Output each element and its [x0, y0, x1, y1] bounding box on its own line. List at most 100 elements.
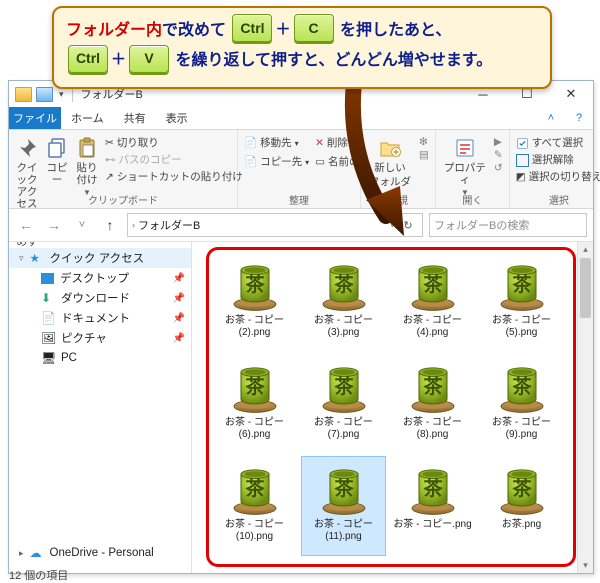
file-item[interactable]: お茶 - コピー (11).png — [301, 456, 386, 556]
tea-cup-icon — [405, 461, 461, 517]
paste-shortcut-button[interactable]: ↗ショートカットの貼り付け — [105, 170, 243, 186]
nav-forward-button[interactable]: → — [43, 214, 65, 236]
file-item[interactable]: お茶 - コピー (8).png — [390, 354, 475, 454]
file-name-label: お茶 - コピー (10).png — [225, 519, 284, 542]
select-none-button[interactable]: 選択解除 — [516, 153, 600, 169]
copy-icon — [45, 136, 69, 160]
group-label-new: 新規 — [367, 190, 429, 207]
tab-home[interactable]: ホーム — [61, 107, 114, 129]
refresh-button[interactable]: ↻ — [398, 219, 418, 232]
scroll-thumb[interactable] — [580, 258, 591, 318]
qat-chevron-icon[interactable]: ▾ — [59, 89, 64, 100]
callout-red: フォルダー内 — [66, 22, 162, 39]
easy-access-icon[interactable]: ▤ — [419, 149, 429, 161]
sidebar-item-quick-access[interactable]: ▿ ★ クイック アクセス — [9, 248, 191, 268]
edit-icon[interactable]: ✎ — [494, 149, 503, 161]
onedrive-icon — [30, 546, 44, 560]
key-ctrl: Ctrl — [232, 14, 272, 42]
search-input[interactable]: フォルダーBの検索 — [429, 213, 587, 237]
cut-button[interactable]: ✂切り取り — [105, 136, 243, 152]
explorer-body: ▿ ★ クイック アクセス デスクトップ📌 ダウンロード📌 ドキュメント📌 ピク… — [9, 242, 593, 573]
file-item[interactable]: お茶.png — [479, 456, 564, 556]
history-icon[interactable]: ↺ — [494, 162, 503, 174]
group-label-open: 開く — [442, 190, 503, 207]
open-icon[interactable]: ▶ — [494, 136, 503, 148]
tea-cup-icon — [494, 257, 550, 313]
file-name-label: お茶 - コピー (9).png — [492, 417, 551, 440]
copy-path-button[interactable]: ⊷パスのコピー — [105, 153, 243, 169]
plus-icon: ＋ — [111, 51, 126, 68]
file-name-label: お茶 - コピー.png — [393, 519, 471, 531]
new-folder-icon — [377, 136, 403, 160]
ribbon: クイック アクセス にピン留めする コピー 貼り付け ▼ ✂切り取り ⊷パスのコ… — [9, 130, 593, 209]
breadcrumb[interactable]: › フォルダーB ˅ ↻ — [127, 213, 423, 237]
folder-icon — [15, 87, 32, 102]
navigation-pane[interactable]: ▿ ★ クイック アクセス デスクトップ📌 ダウンロード📌 ドキュメント📌 ピク… — [9, 242, 192, 573]
tab-view[interactable]: 表示 — [156, 107, 198, 129]
moveto-icon: 📄 — [244, 136, 257, 152]
file-item[interactable]: お茶 - コピー (2).png — [212, 252, 297, 352]
file-item[interactable]: お茶 - コピー (5).png — [479, 252, 564, 352]
select-all-button[interactable]: すべて選択 — [516, 136, 600, 152]
star-icon: ★ — [30, 251, 44, 265]
paste-icon — [75, 136, 99, 160]
properties-button[interactable]: プロパティ ▼ — [442, 134, 488, 197]
tab-file[interactable]: ファイル — [9, 107, 61, 129]
copy-button[interactable]: コピー — [45, 134, 69, 186]
file-item[interactable]: お茶 - コピー (4).png — [390, 252, 475, 352]
move-to-button[interactable]: 📄移動先▾ — [244, 136, 309, 152]
chevron-right-icon: ▸ — [19, 548, 24, 559]
desktop-icon — [41, 273, 54, 284]
pin-icon: 📌 — [173, 333, 185, 344]
nav-back-button[interactable]: ← — [15, 214, 37, 236]
file-name-label: お茶 - コピー (4).png — [403, 315, 462, 338]
file-item[interactable]: お茶 - コピー (10).png — [212, 456, 297, 556]
explorer-icon — [36, 87, 53, 102]
file-name-label: お茶 - コピー (6).png — [225, 417, 284, 440]
path-segment[interactable]: フォルダーB — [138, 217, 200, 233]
tea-cup-icon — [405, 359, 461, 415]
select-all-icon — [516, 137, 529, 150]
properties-icon — [453, 136, 477, 160]
file-item[interactable]: お茶 - コピー (9).png — [479, 354, 564, 454]
vertical-scrollbar[interactable]: ▴ ▾ — [577, 242, 593, 573]
file-item[interactable]: お茶 - コピー (3).png — [301, 252, 386, 352]
pin-icon: 📌 — [173, 293, 185, 304]
file-name-label: お茶 - コピー (2).png — [225, 315, 284, 338]
copy-to-button[interactable]: 📄コピー先▾ — [244, 155, 309, 171]
file-list-area[interactable]: お茶 - コピー (2).pngお茶 - コピー (3).pngお茶 - コピー… — [192, 242, 593, 573]
scroll-down-button[interactable]: ▾ — [578, 558, 593, 573]
sidebar-item-onedrive[interactable]: ▸ OneDrive - Personal — [9, 543, 191, 563]
pc-icon — [41, 351, 55, 365]
file-item[interactable]: お茶 - コピー (7).png — [301, 354, 386, 454]
sidebar-item-pc[interactable]: PC — [9, 348, 191, 368]
new-item-icon[interactable]: ❇ — [419, 136, 429, 148]
scroll-up-button[interactable]: ▴ — [578, 242, 593, 257]
paste-button[interactable]: 貼り付け ▼ — [75, 134, 99, 197]
nav-up-button[interactable]: ↑ — [99, 214, 121, 236]
pin-icon — [15, 136, 39, 160]
tea-cup-icon — [494, 359, 550, 415]
ribbon-collapse-button[interactable]: ˄ — [537, 107, 565, 129]
chevron-right-icon: › — [132, 220, 135, 230]
help-button[interactable]: ? — [565, 107, 593, 129]
nav-recent-button[interactable]: ˅ — [71, 214, 93, 236]
sidebar-item-documents[interactable]: ドキュメント📌 — [9, 308, 191, 328]
sidebar-item-desktop[interactable]: デスクトップ📌 — [9, 268, 191, 288]
tab-share[interactable]: 共有 — [114, 107, 156, 129]
file-item[interactable]: お茶 - コピー.png — [390, 456, 475, 556]
file-name-label: お茶 - コピー (7).png — [314, 417, 373, 440]
close-button[interactable]: ✕ — [549, 81, 593, 107]
chevron-down-icon[interactable]: ˅ — [390, 220, 395, 230]
sidebar-item-pictures[interactable]: ピクチャ📌 — [9, 328, 191, 348]
tea-cup-icon — [227, 359, 283, 415]
pin-icon: 📌 — [173, 313, 185, 324]
instruction-callout: フォルダー内で改めて Ctrl＋C を押したあと、 Ctrl＋V を繰り返して押… — [52, 6, 552, 89]
sidebar-item-downloads[interactable]: ダウンロード📌 — [9, 288, 191, 308]
key-ctrl-2: Ctrl — [68, 45, 108, 73]
file-item[interactable]: お茶 - コピー (6).png — [212, 354, 297, 454]
tea-cup-icon — [494, 461, 550, 517]
chevron-down-icon: ▿ — [19, 253, 24, 264]
invert-icon: ◩ — [516, 170, 526, 186]
invert-selection-button[interactable]: ◩選択の切り替え — [516, 170, 600, 186]
